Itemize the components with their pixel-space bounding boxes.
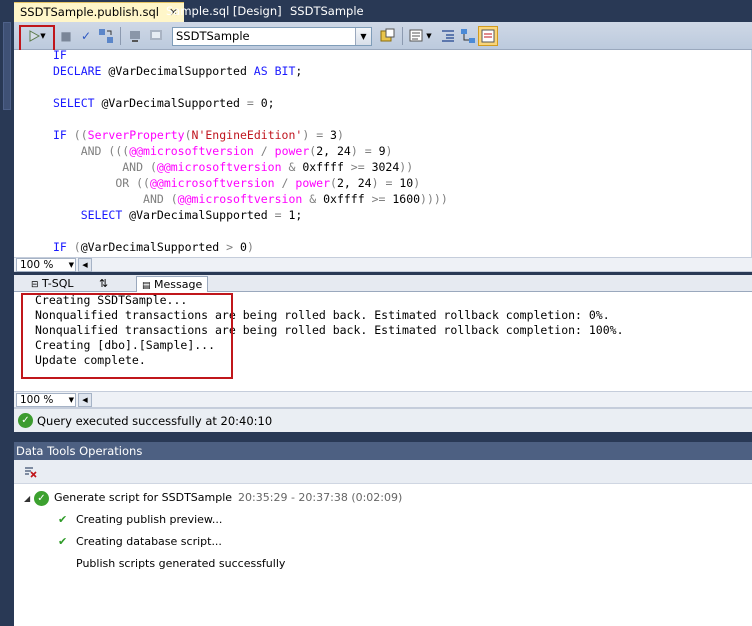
success-check-icon: ✓ <box>18 413 33 428</box>
schema-compare-icon[interactable] <box>378 26 398 46</box>
operation-child-label: Creating publish preview... <box>76 513 223 526</box>
tab-message[interactable]: ▤ Message <box>136 276 209 292</box>
tab-ssdtsample-publish-sql[interactable]: SSDTSample.publish.sql ✕ <box>14 2 185 22</box>
tab-label: Message <box>154 278 203 291</box>
data-tools-operations-list: ◢ ✓ Generate script for SSDTSample 20:35:29… <box>14 484 752 626</box>
operation-child-label: Creating database script... <box>76 535 222 548</box>
tsql-icon: ⊟ <box>31 280 39 290</box>
panel-gap <box>14 432 752 442</box>
results-tab-bar: ⊟ T-SQL ⇅ ▤ Message <box>14 275 752 292</box>
toolbar-separator <box>120 27 121 45</box>
results-zoom-select[interactable]: 100 % ▼ <box>16 393 76 407</box>
tab-label: SSDTSample <box>290 4 364 18</box>
toolbar-separator <box>402 27 403 45</box>
left-gutter-strip <box>0 0 14 626</box>
change-connection-icon[interactable] <box>146 26 166 46</box>
expand-caret-icon[interactable]: ◢ <box>24 491 34 507</box>
parse-check-icon[interactable]: ✓ <box>76 26 96 46</box>
operation-child[interactable]: Publish scripts generated successfully <box>76 556 285 572</box>
database-selector[interactable]: SSDTSample ▼ <box>172 27 372 46</box>
sql-code-editor[interactable]: IF DECLARE @VarDecimalSupported AS BIT; S… <box>14 50 752 257</box>
results-to-icon[interactable] <box>406 26 426 46</box>
chevron-down-icon[interactable]: ▼ <box>69 394 74 406</box>
document-tab-bar: SSDTSample.publish.sql ✕ Sample.sql [Desi… <box>14 0 752 22</box>
tab-ssdtsample[interactable]: SSDTSample <box>284 2 370 22</box>
check-icon: ✔ <box>58 513 68 526</box>
show-results-pane-icon[interactable] <box>478 26 498 46</box>
connect-icon[interactable] <box>126 26 146 46</box>
results-dropdown-icon[interactable]: ▼ <box>424 26 434 46</box>
chevron-down-icon[interactable]: ▼ <box>69 259 74 271</box>
indent-icon[interactable] <box>438 26 458 46</box>
tab-label: Sample.sql [Design] <box>166 4 282 18</box>
tab-sample-sql-design[interactable]: Sample.sql [Design] <box>160 2 288 22</box>
results-zoom-bar: 100 % ▼ ◀ <box>14 391 752 408</box>
sort-arrows-icon[interactable]: ⇅ <box>94 276 113 292</box>
messages-pane[interactable]: Creating SSDTSample... Nonqualified trans… <box>14 292 752 391</box>
message-icon: ▤ <box>142 281 151 291</box>
sql-editor-toolbar: ▼ ■ ✓ SSDTSample ▼ ▼ <box>14 22 752 57</box>
stop-icon[interactable]: ■ <box>56 26 76 46</box>
database-selector-value: SSDTSample <box>176 29 250 43</box>
plan-icon[interactable] <box>458 26 478 46</box>
query-options-icon[interactable] <box>96 26 116 46</box>
operation-root[interactable]: ◢ ✓ Generate script for SSDTSample 20:35:29… <box>24 490 402 506</box>
operation-child-label: Publish scripts generated successfully <box>76 557 286 570</box>
chevron-down-icon[interactable]: ▼ <box>355 28 371 45</box>
status-text: Query executed successfully at 20:40:10 <box>37 414 273 428</box>
editor-zoom-bar: 100 % ▼ ◀ <box>14 257 752 272</box>
data-tools-operations-toolbar <box>14 460 752 484</box>
operation-child[interactable]: ✔ Creating database script... <box>58 534 222 550</box>
editor-zoom-value: 100 % <box>20 259 54 271</box>
operation-root-label: Generate script for SSDTSample <box>54 491 233 504</box>
tab-label: T-SQL <box>42 277 74 290</box>
query-status-bar: ✓ Query executed successfully at 20:40:1… <box>14 408 752 432</box>
results-zoom-value: 100 % <box>20 394 54 406</box>
tab-label: SSDTSample.publish.sql <box>20 5 159 19</box>
scroll-left-icon[interactable]: ◀ <box>78 258 92 272</box>
operation-root-time: 20:35:29 - 20:37:38 (0:02:09) <box>238 491 403 504</box>
success-check-icon: ✓ <box>34 490 49 506</box>
sql-code: IF DECLARE @VarDecimalSupported AS BIT; S… <box>53 50 448 257</box>
clear-all-icon[interactable] <box>22 464 38 480</box>
editor-zoom-select[interactable]: 100 % ▼ <box>16 258 76 272</box>
operation-child[interactable]: ✔ Creating publish preview... <box>58 512 222 528</box>
tab-t-sql[interactable]: ⊟ T-SQL <box>26 276 79 292</box>
data-tools-operations-title: Data Tools Operations <box>14 442 752 460</box>
splitter-marker <box>3 22 11 110</box>
scroll-left-icon[interactable]: ◀ <box>78 393 92 407</box>
check-icon: ✔ <box>58 535 68 548</box>
messages-highlight-box <box>21 293 233 379</box>
